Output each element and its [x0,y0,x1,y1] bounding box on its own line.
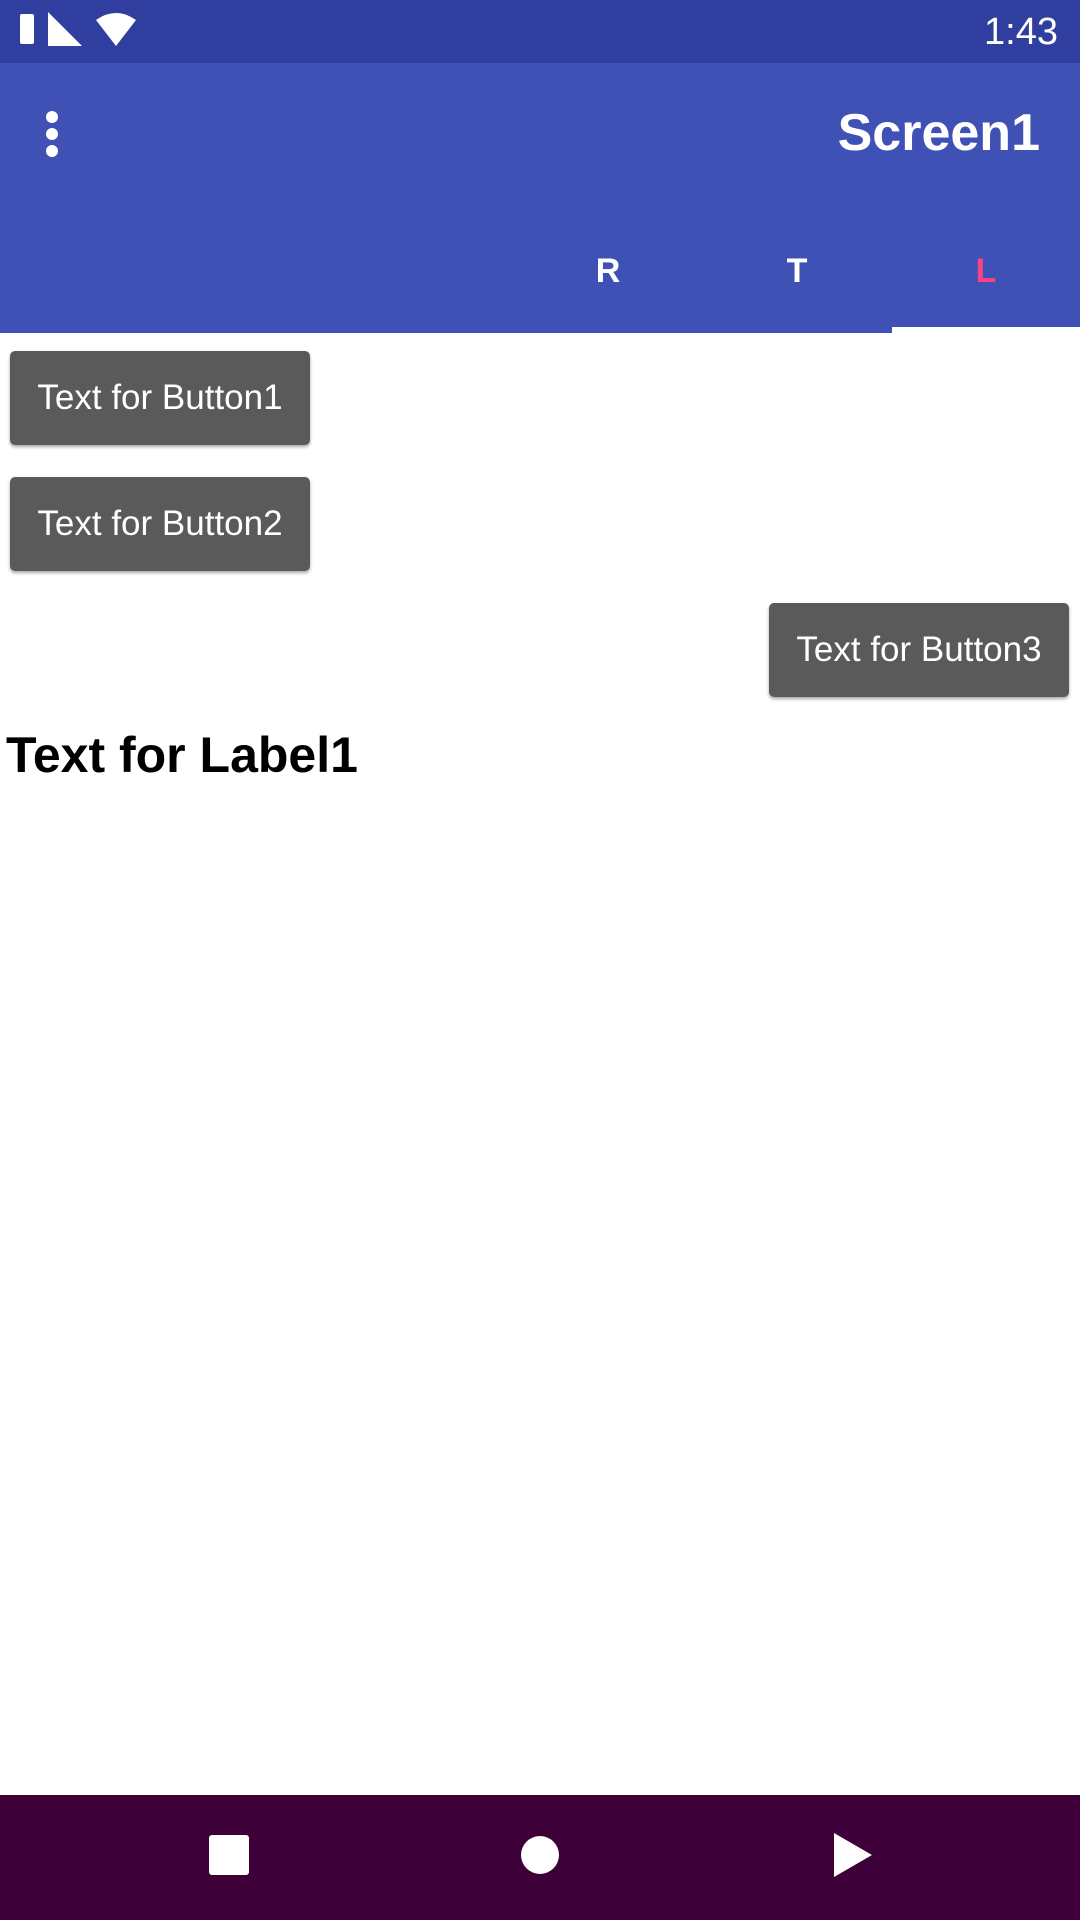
page-title: Screen1 [837,104,1040,162]
back-button[interactable] [748,1795,956,1920]
tab-r[interactable]: R [514,210,702,333]
tab-label: R [595,252,621,290]
overflow-menu-icon [45,110,59,162]
button-row-3: Text for Button3 [0,588,1080,714]
tab-label: L [975,252,997,290]
recents-square-icon [209,1835,249,1880]
tab-selected-indicator [892,327,1080,333]
app-bar: Screen1 [0,63,1080,210]
signal-icon [48,11,82,51]
tab-label: T [786,252,808,290]
button-row-2: Text for Button2 [0,462,1080,588]
tab-t[interactable]: T [703,210,891,333]
tab-bar: R T L [0,210,1080,333]
button-3[interactable]: Text for Button3 [769,603,1069,697]
home-button[interactable] [436,1795,644,1920]
button-row-1: Text for Button1 [0,336,1080,462]
home-circle-icon [520,1835,560,1880]
status-icons [20,11,136,51]
button-2[interactable]: Text for Button2 [10,477,310,571]
wifi-icon [96,12,136,51]
app-screen: 1:43 Screen1 R T L Text for Button1 Text… [0,0,1080,1920]
status-time: 1:43 [984,11,1058,53]
button-1[interactable]: Text for Button1 [10,351,310,445]
back-triangle-icon [832,1833,872,1882]
tab-l[interactable]: L [892,210,1080,333]
label-1: Text for Label1 [6,727,358,783]
sim-card-icon [20,13,34,49]
navigation-bar [0,1795,1080,1920]
overflow-menu-button[interactable] [0,71,104,201]
status-bar: 1:43 [0,0,1080,63]
recents-button[interactable] [125,1795,333,1920]
